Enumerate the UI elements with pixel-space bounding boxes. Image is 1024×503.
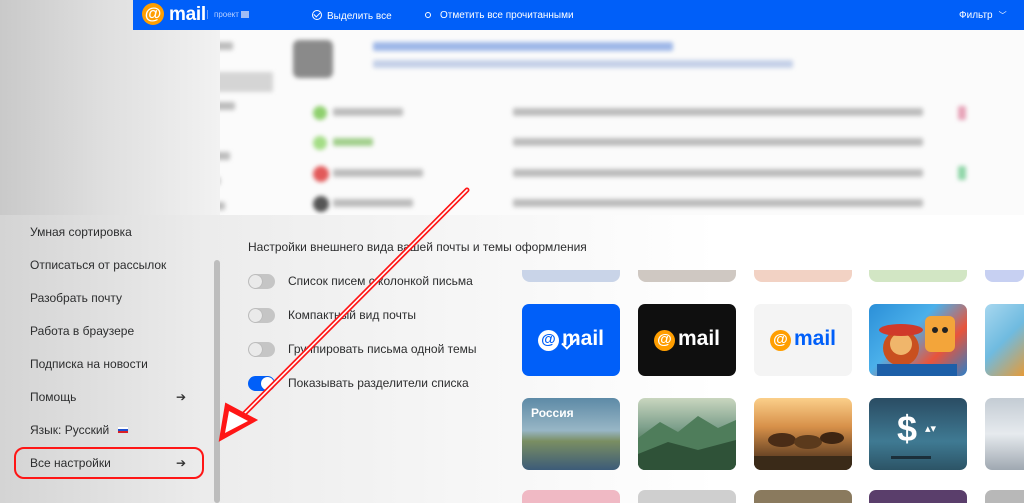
theme-tile[interactable] bbox=[638, 490, 736, 503]
theme-tile[interactable] bbox=[869, 270, 967, 282]
project-label-text: проект bbox=[214, 10, 239, 19]
project-badge-icon bbox=[240, 11, 249, 19]
mail-logo-icon: @ bbox=[653, 330, 675, 351]
blurred-mail-list bbox=[133, 30, 1024, 215]
theme-tile-cartoon[interactable] bbox=[869, 304, 967, 376]
arrow-right-icon: ➔ bbox=[175, 390, 186, 404]
theme-tile[interactable] bbox=[638, 270, 736, 282]
toggle-switch[interactable] bbox=[248, 342, 275, 357]
theme-tile-black[interactable]: @ mail bbox=[638, 304, 736, 376]
menu-item-smart-sorting[interactable]: Умная сортировка bbox=[30, 221, 200, 243]
menu-item-label: Язык: Русский bbox=[30, 423, 110, 437]
theme-tile-blue[interactable]: @ mail bbox=[522, 304, 620, 376]
theme-tile-light[interactable]: @ mail bbox=[754, 304, 852, 376]
menu-item-all-settings[interactable]: Все настройки ➔ bbox=[30, 452, 200, 474]
option-label: Компактный вид почты bbox=[288, 308, 416, 322]
theme-tile-currency[interactable]: $ ▴▾ bbox=[869, 398, 967, 470]
option-label: Список писем с колонкой письма bbox=[288, 274, 473, 288]
dot-circle-icon bbox=[425, 12, 431, 18]
filter-label: Фильтр bbox=[959, 10, 993, 21]
mail-logo-icon: @ bbox=[769, 330, 791, 351]
russia-theme-label: Россия bbox=[531, 406, 574, 420]
menu-item-language[interactable]: Язык: Русский bbox=[30, 419, 200, 441]
theme-tile-russia[interactable]: Россия bbox=[522, 398, 620, 470]
mail-logo-text: mail bbox=[677, 327, 721, 350]
check-circle-icon bbox=[312, 10, 322, 20]
menu-item-label: Разобрать почту bbox=[30, 291, 123, 305]
theme-tile[interactable] bbox=[754, 490, 852, 503]
arrow-right-icon: ➔ bbox=[175, 456, 186, 470]
menu-item-sort-mail[interactable]: Разобрать почту bbox=[30, 287, 200, 309]
option-label: Группировать письма одной темы bbox=[288, 342, 477, 356]
menu-item-label: Помощь bbox=[30, 390, 77, 404]
mountains-image-icon bbox=[638, 416, 736, 470]
settings-title: Настройки внешнего вида вашей почты и те… bbox=[248, 240, 587, 254]
option-label: Показывать разделители списка bbox=[288, 376, 469, 390]
horses-image-icon bbox=[754, 432, 852, 470]
theme-tile[interactable] bbox=[985, 490, 1024, 503]
menu-item-news-subscription[interactable]: Подписка на новости bbox=[30, 353, 200, 375]
menu-item-label: Работа в браузере bbox=[30, 324, 135, 338]
boat-image-icon bbox=[891, 456, 931, 459]
theme-tile-cartoon-2[interactable] bbox=[985, 304, 1024, 376]
menu-item-browser-work[interactable]: Работа в браузере bbox=[30, 320, 200, 342]
mail-logo-icon[interactable]: @ bbox=[142, 3, 164, 25]
toggle-switch[interactable] bbox=[248, 376, 275, 391]
theme-tile[interactable] bbox=[522, 270, 620, 282]
theme-tile-horses[interactable] bbox=[754, 398, 852, 470]
select-all-label: Выделить все bbox=[327, 11, 392, 22]
filter-button[interactable]: Фильтр ﹀ bbox=[959, 10, 1007, 21]
menu-item-label: Подписка на новости bbox=[30, 357, 148, 371]
cartoon-characters-icon bbox=[877, 316, 957, 376]
mail-logo-icon: @ bbox=[537, 330, 559, 351]
menu-item-label: Все настройки bbox=[30, 456, 111, 470]
menu-item-label: Умная сортировка bbox=[30, 225, 132, 239]
theme-tile[interactable] bbox=[522, 490, 620, 503]
toggle-switch[interactable] bbox=[248, 274, 275, 289]
project-label: проект bbox=[207, 10, 249, 19]
toggle-switch[interactable] bbox=[248, 308, 275, 323]
theme-tile[interactable] bbox=[869, 490, 967, 503]
russia-flag-icon bbox=[117, 426, 130, 434]
mail-logo-text: mail bbox=[793, 327, 837, 350]
theme-tile[interactable] bbox=[985, 270, 1024, 282]
menu-item-label: Отписаться от рассылок bbox=[30, 258, 167, 272]
mark-all-read-label: Отметить все прочитанными bbox=[440, 10, 574, 21]
menu-item-unsubscribe[interactable]: Отписаться от рассылок bbox=[30, 254, 200, 276]
mark-all-read-button[interactable]: Отметить все прочитанными bbox=[425, 10, 574, 21]
theme-tile-mountains[interactable] bbox=[638, 398, 736, 470]
select-all-button[interactable]: Выделить все bbox=[312, 10, 392, 22]
mail-logo-text[interactable]: mail bbox=[169, 4, 206, 26]
theme-tile[interactable] bbox=[754, 270, 852, 282]
theme-tile-snow[interactable] bbox=[985, 398, 1024, 470]
chevron-down-icon: ﹀ bbox=[998, 11, 1007, 20]
top-toolbar: @ mail проект Выделить все Отметить все … bbox=[133, 0, 1024, 30]
menu-item-help[interactable]: Помощь ➔ bbox=[30, 386, 200, 408]
menu-scrollbar[interactable] bbox=[214, 260, 220, 503]
